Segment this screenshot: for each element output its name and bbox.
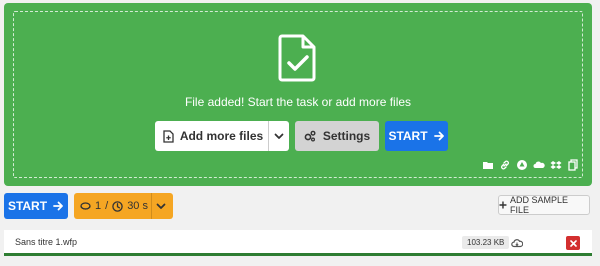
onedrive-icon[interactable] <box>533 158 545 170</box>
arrow-right-icon <box>433 131 444 141</box>
start-task-label: START <box>7 199 48 213</box>
file-size-badge: 103.23 KB <box>462 236 510 249</box>
link-icon[interactable] <box>499 158 511 170</box>
file-check-icon <box>278 34 316 82</box>
button-divider <box>268 121 269 151</box>
timer-value: 30 s <box>127 200 148 212</box>
credits-timer-button[interactable]: 1 / 30 s <box>74 193 173 219</box>
dropbox-icon[interactable] <box>550 158 562 170</box>
plus-icon <box>499 201 507 209</box>
add-more-files-button[interactable]: Add more files <box>155 121 289 151</box>
settings-button[interactable]: Settings <box>295 121 379 151</box>
file-list-item: Sans titre 1.wfp 103.23 KB <box>4 230 592 256</box>
add-sample-file-label: ADD SAMPLE FILE <box>509 195 568 215</box>
start-label: START <box>388 129 428 143</box>
add-more-files-label: Add more files <box>179 129 264 143</box>
settings-label: Settings <box>322 129 371 143</box>
import-sources <box>482 158 579 171</box>
chevron-down-icon[interactable] <box>155 200 167 212</box>
cloud-icon[interactable] <box>511 238 523 248</box>
close-icon <box>569 239 577 247</box>
start-task-button[interactable]: START <box>4 193 68 219</box>
button-divider <box>151 193 152 219</box>
start-button[interactable]: START <box>385 121 448 151</box>
task-count: 1 <box>95 200 102 212</box>
count-separator: / <box>105 200 109 212</box>
add-sample-file-button[interactable]: ADD SAMPLE FILE <box>498 195 590 215</box>
upload-status-text: File added! Start the task or add more f… <box>184 95 412 109</box>
copy-icon[interactable] <box>567 158 579 171</box>
file-plus-icon <box>163 129 174 143</box>
gears-icon <box>304 130 316 142</box>
arrow-right-icon <box>53 201 63 211</box>
coins-icon <box>80 202 91 210</box>
delete-file-button[interactable] <box>566 236 580 250</box>
clock-icon <box>112 200 123 212</box>
chevron-down-icon[interactable] <box>273 130 285 142</box>
google-drive-icon[interactable] <box>516 158 528 170</box>
folder-icon[interactable] <box>482 158 494 170</box>
file-name: Sans titre 1.wfp <box>15 237 78 247</box>
file-dropzone[interactable]: File added! Start the task or add more f… <box>4 3 592 186</box>
